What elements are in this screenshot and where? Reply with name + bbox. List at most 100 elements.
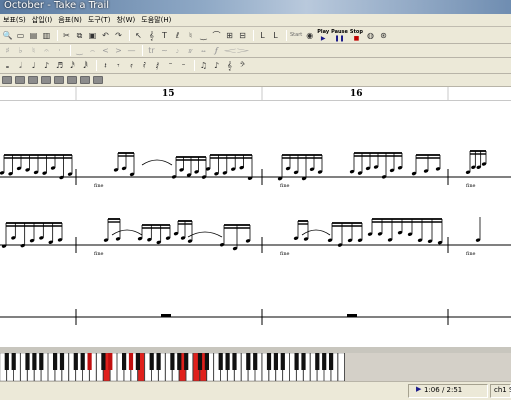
menu-insert[interactable]: 삽입(I) bbox=[29, 14, 55, 27]
piano-black-key[interactable] bbox=[149, 353, 154, 370]
track-button[interactable] bbox=[28, 76, 38, 84]
whole-rest-icon[interactable]: 𝄻 bbox=[165, 60, 176, 71]
bass-clef-icon[interactable]: 𝄢 bbox=[237, 60, 248, 71]
piano-black-key[interactable] bbox=[225, 353, 230, 370]
treble-clef-icon[interactable]: 𝄞 bbox=[224, 60, 235, 71]
piano-black-key[interactable] bbox=[87, 353, 92, 370]
tie-under-icon[interactable]: ‿ bbox=[74, 45, 85, 56]
grace-note-2-icon[interactable]: 𝆖 bbox=[185, 45, 196, 56]
piano-black-key[interactable] bbox=[301, 353, 306, 370]
open-icon[interactable]: ▭ bbox=[15, 30, 26, 41]
pause-button[interactable]: Pause ❚❚ bbox=[331, 29, 348, 42]
decrescendo-icon[interactable]: > bbox=[113, 45, 124, 56]
piano-black-key[interactable] bbox=[11, 353, 16, 370]
cut-icon[interactable]: ✂ bbox=[61, 30, 72, 41]
text-icon[interactable]: T bbox=[159, 30, 170, 41]
staccato-icon[interactable]: · bbox=[54, 45, 65, 56]
piano-black-key[interactable] bbox=[73, 353, 78, 370]
score-view[interactable]: 15 16 fine fine fine fine fine fine bbox=[0, 87, 511, 347]
piano-black-key[interactable] bbox=[184, 353, 189, 370]
menu-tools[interactable]: 도구(T) bbox=[85, 14, 114, 27]
track-button[interactable] bbox=[41, 76, 51, 84]
piano-keyboard[interactable] bbox=[0, 352, 345, 382]
piano-black-key[interactable] bbox=[246, 353, 251, 370]
piano-black-key[interactable] bbox=[280, 353, 285, 370]
track-button[interactable] bbox=[2, 76, 12, 84]
play-button[interactable]: Play ▶ bbox=[317, 29, 329, 42]
quarter-note-icon[interactable]: ♩ bbox=[28, 60, 39, 71]
undo-icon[interactable]: ↶ bbox=[100, 30, 111, 41]
print-preview-icon[interactable]: ▥ bbox=[41, 30, 52, 41]
flat-icon[interactable]: ♭ bbox=[15, 45, 26, 56]
tenuto-icon[interactable]: — bbox=[126, 45, 137, 56]
sixty-fourth-note-icon[interactable]: 𝅘𝅥𝅱 bbox=[80, 60, 91, 71]
loop-icon[interactable]: ⊛ bbox=[378, 30, 389, 41]
trill-icon[interactable]: tr bbox=[146, 45, 157, 56]
track-button[interactable] bbox=[54, 76, 64, 84]
delete-icon[interactable]: ⊟ bbox=[237, 30, 248, 41]
record-icon[interactable]: ◍ bbox=[365, 30, 376, 41]
chord-icon[interactable]: ♮ bbox=[185, 30, 196, 41]
sixteenth-notes-icon[interactable]: ♬ bbox=[54, 60, 65, 71]
zoom-icon[interactable]: 🔍 bbox=[2, 30, 13, 41]
piano-black-key[interactable] bbox=[197, 353, 203, 370]
insert-icon[interactable]: ⊞ bbox=[224, 30, 235, 41]
piano-black-key[interactable] bbox=[122, 353, 127, 370]
piano-black-key[interactable] bbox=[294, 353, 299, 370]
dynamic-m-icon[interactable]: 𝆒 bbox=[224, 45, 236, 56]
track-button[interactable] bbox=[80, 76, 90, 84]
measure-line-double-icon[interactable]: Ⅼ bbox=[270, 30, 281, 41]
piano-black-key[interactable] bbox=[253, 353, 258, 370]
piano-black-key[interactable] bbox=[108, 353, 113, 370]
piano-white-key[interactable] bbox=[337, 352, 345, 382]
track-button[interactable] bbox=[67, 76, 77, 84]
print-icon[interactable]: ▤ bbox=[28, 30, 39, 41]
track-button[interactable] bbox=[15, 76, 25, 84]
piano-black-key[interactable] bbox=[101, 353, 106, 370]
thirty-second-rest-icon[interactable]: 𝅀 bbox=[139, 60, 150, 71]
sixty-fourth-rest-icon[interactable]: 𝅁 bbox=[152, 60, 163, 71]
piano-black-key[interactable] bbox=[39, 353, 44, 370]
dynamic-p-icon[interactable]: 𝆑 bbox=[211, 45, 222, 56]
piano-black-key[interactable] bbox=[156, 353, 161, 370]
piano-black-key[interactable] bbox=[80, 353, 85, 370]
eighth-note-icon[interactable]: ♪ bbox=[41, 60, 52, 71]
whole-note-icon[interactable]: 𝅝 bbox=[2, 60, 13, 71]
copy-icon[interactable]: ⧉ bbox=[74, 30, 85, 41]
half-rest-icon[interactable]: 𝄼 bbox=[178, 60, 189, 71]
menu-note[interactable]: 음표(N) bbox=[55, 14, 85, 27]
lyrics-icon[interactable]: ℓ bbox=[172, 30, 183, 41]
stop-button[interactable]: Stop ■ bbox=[350, 29, 363, 42]
sixteenth-rest-icon[interactable]: 𝄿 bbox=[126, 60, 137, 71]
clef-icon[interactable]: 𝄞 bbox=[146, 30, 157, 41]
piano-black-key[interactable] bbox=[177, 353, 182, 370]
paste-icon[interactable]: ▣ bbox=[87, 30, 98, 41]
turn-icon[interactable]: ~ bbox=[159, 45, 170, 56]
sharp-icon[interactable]: ♯ bbox=[2, 45, 13, 56]
piano-black-key[interactable] bbox=[59, 353, 65, 370]
menu-help[interactable]: 도움말(H) bbox=[138, 14, 174, 27]
piano-black-key[interactable] bbox=[53, 353, 58, 370]
half-note-icon[interactable]: 𝅗𝅥 bbox=[15, 60, 26, 71]
piano-black-key[interactable] bbox=[232, 353, 237, 370]
redo-icon[interactable]: ↷ bbox=[113, 30, 124, 41]
thirty-second-note-icon[interactable]: 𝅘𝅥𝅰 bbox=[67, 60, 78, 71]
menu-window[interactable]: 창(W) bbox=[113, 14, 138, 27]
select-icon[interactable]: ↖ bbox=[133, 30, 144, 41]
quarter-rest-icon[interactable]: 𝄽 bbox=[100, 60, 111, 71]
piano-black-key[interactable] bbox=[266, 353, 272, 370]
fermata-icon[interactable]: 𝄐 bbox=[41, 45, 52, 56]
eighth-rest-icon[interactable]: 𝄾 bbox=[113, 60, 124, 71]
track-button[interactable] bbox=[93, 76, 103, 84]
measure-line-icon[interactable]: L bbox=[257, 30, 268, 41]
grace-note-icon[interactable]: 𝆕 bbox=[172, 45, 183, 56]
grace-note-3-icon[interactable]: 𝆗 bbox=[198, 45, 209, 56]
piano-black-key[interactable] bbox=[128, 353, 134, 370]
beamed-notes-icon[interactable]: ♫ bbox=[198, 60, 209, 71]
piano-black-key[interactable] bbox=[273, 353, 278, 370]
piano-black-key[interactable] bbox=[32, 353, 37, 370]
metronome-icon[interactable]: ◉ bbox=[304, 30, 315, 41]
piano-black-key[interactable] bbox=[170, 353, 175, 370]
piano-black-key[interactable] bbox=[25, 353, 30, 370]
piano-black-key[interactable] bbox=[322, 353, 327, 370]
